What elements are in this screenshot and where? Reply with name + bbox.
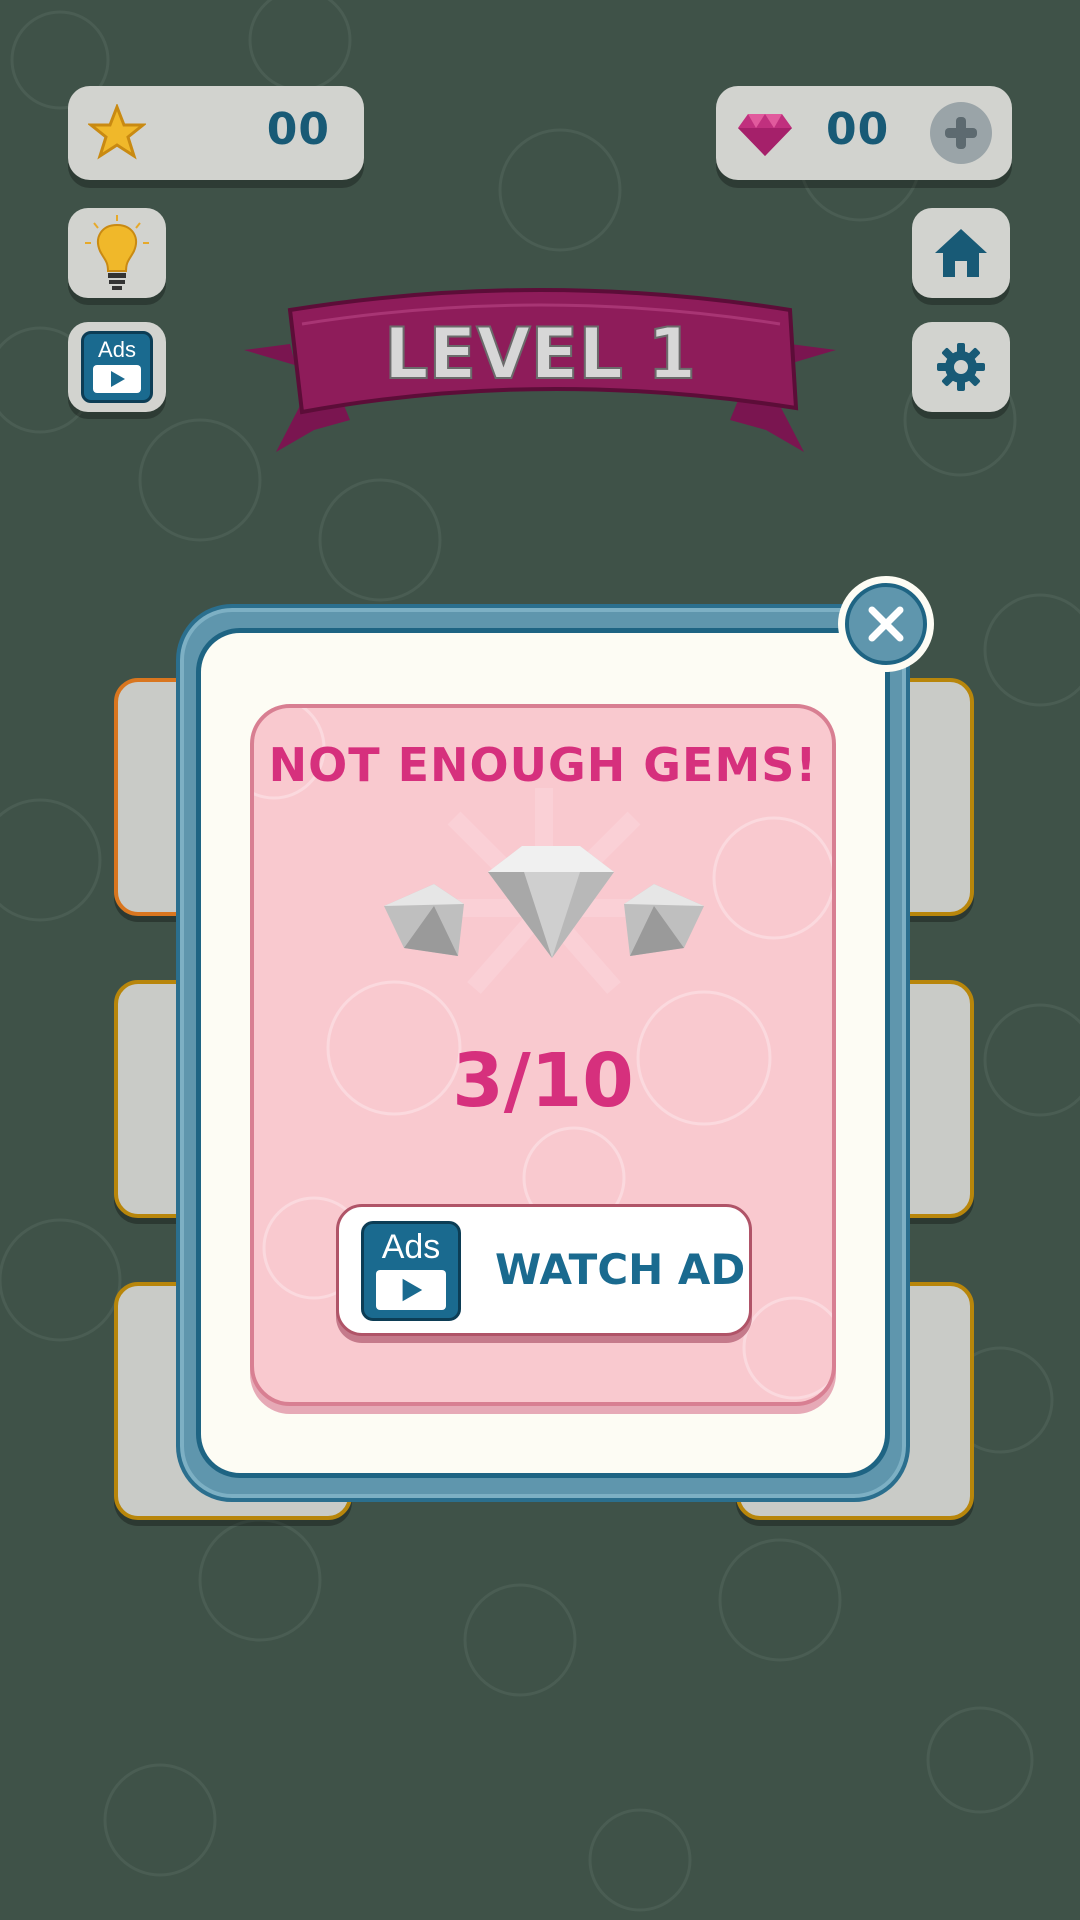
dialog-title: NOT ENOUGH GEMS! — [268, 738, 818, 792]
watch-ad-button[interactable]: Ads WATCH AD — [336, 1204, 752, 1336]
ads-label: Ads — [381, 1228, 441, 1266]
gems-progress: 3/10 — [452, 1038, 634, 1124]
close-icon — [868, 606, 904, 642]
diamond-icon — [384, 846, 704, 958]
ads-play-icon: Ads — [361, 1221, 461, 1321]
close-button[interactable] — [838, 576, 934, 672]
watch-ad-label: WATCH AD — [495, 1245, 746, 1294]
